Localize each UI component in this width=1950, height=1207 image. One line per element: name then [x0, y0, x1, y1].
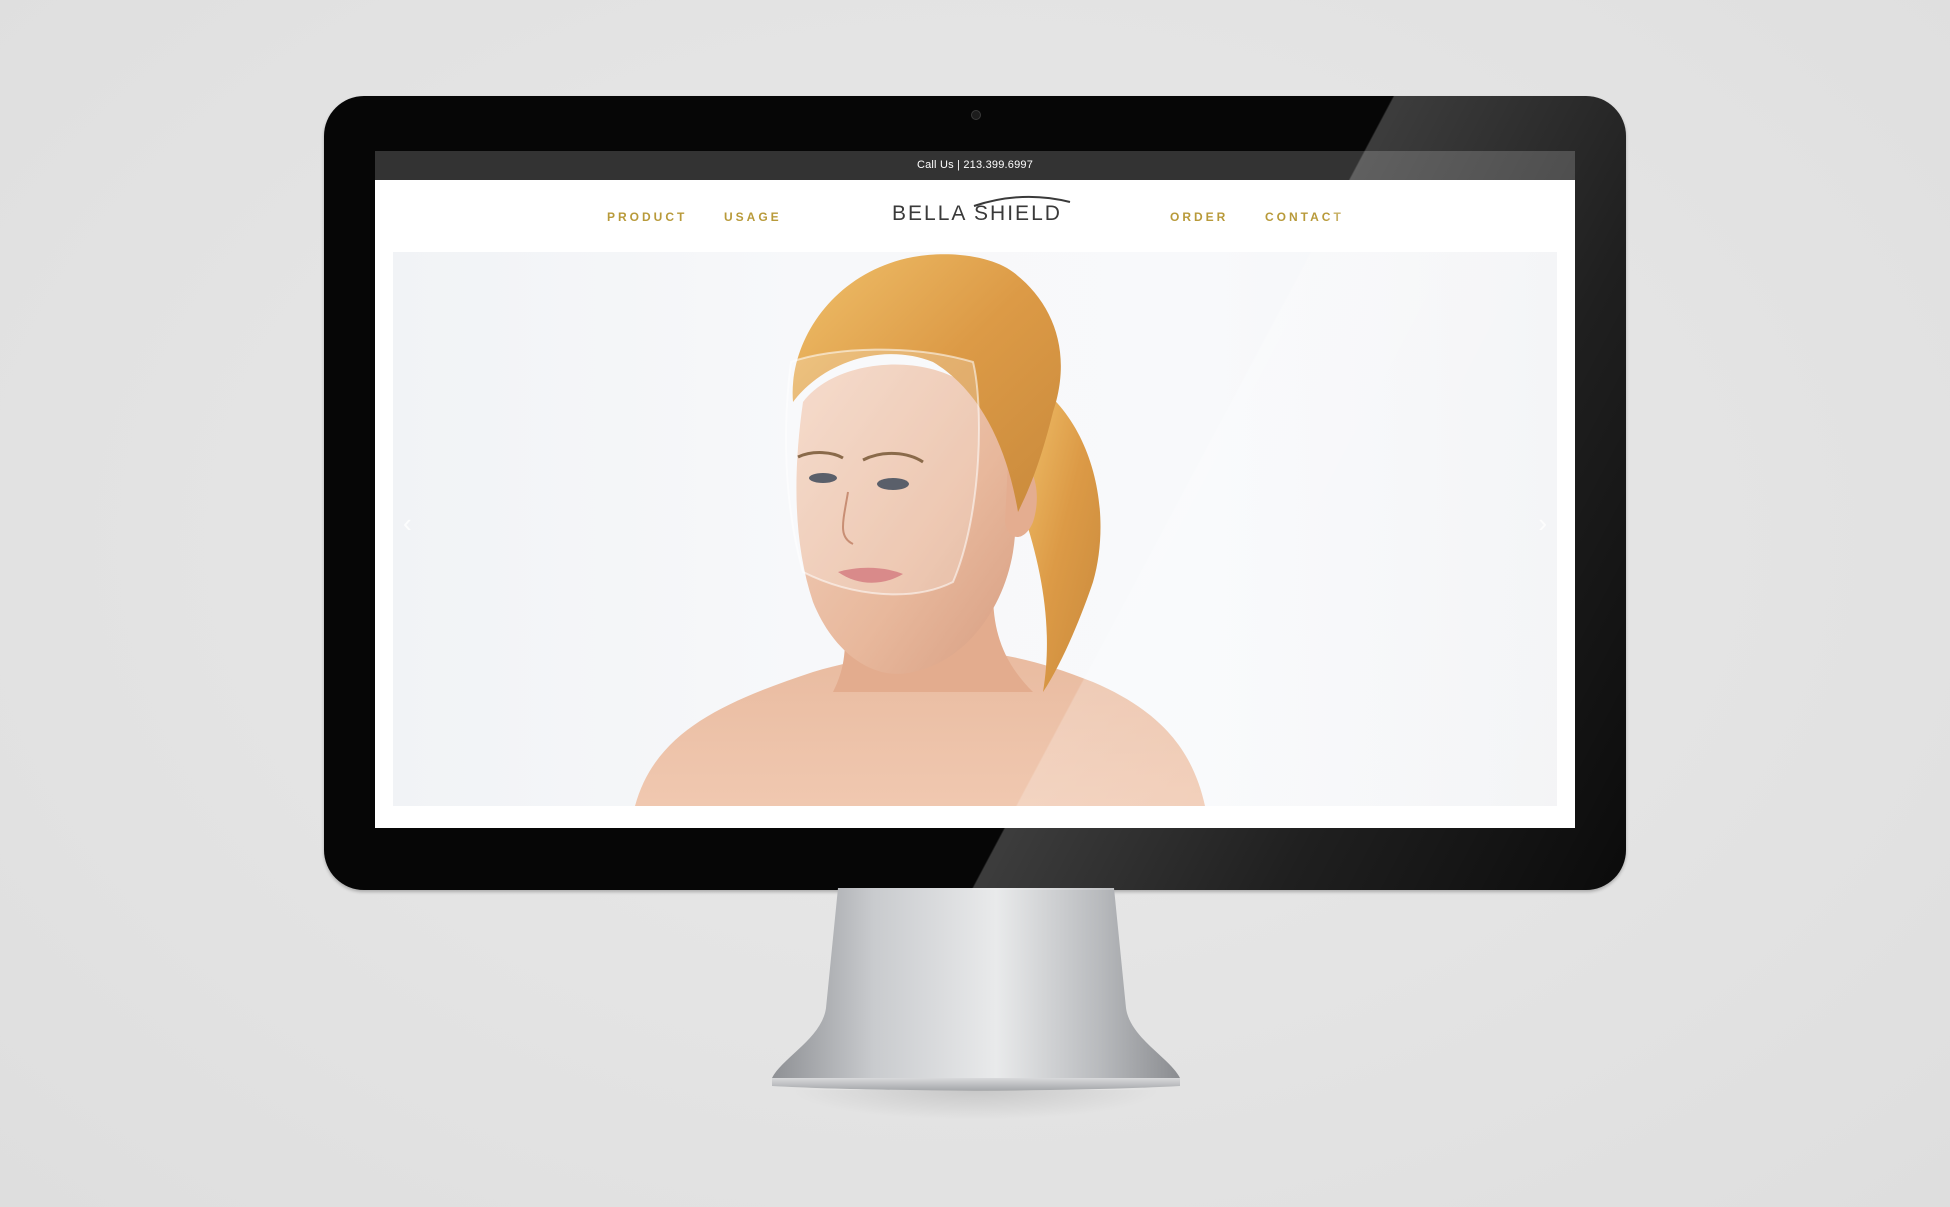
carousel-prev-arrow[interactable]: ‹ — [403, 508, 412, 539]
camera-icon — [971, 110, 981, 120]
hero-slider: ‹ › — [393, 252, 1557, 806]
hero-model-image — [635, 254, 1205, 806]
nav-product[interactable]: PRODUCT — [607, 210, 687, 224]
scene-background: Call Us | 213.399.6997 PRODUCT USAGE BEL… — [0, 0, 1950, 1207]
contact-topbar: Call Us | 213.399.6997 — [375, 151, 1575, 180]
stand-shadow — [790, 1090, 1162, 1120]
logo-text: BELLA SHIELD — [892, 202, 1062, 225]
nav-order[interactable]: ORDER — [1170, 210, 1228, 224]
call-us-text[interactable]: Call Us | 213.399.6997 — [917, 159, 1033, 171]
nav-usage[interactable]: USAGE — [724, 210, 782, 224]
monitor: Call Us | 213.399.6997 PRODUCT USAGE BEL… — [324, 96, 1626, 890]
carousel-next-arrow[interactable]: › — [1538, 508, 1547, 539]
main-navigation: PRODUCT USAGE BELLA SHIELD ORDER CONTACT — [375, 180, 1575, 252]
monitor-stand — [772, 888, 1180, 1091]
nav-contact[interactable]: CONTACT — [1265, 210, 1344, 224]
website-screen: Call Us | 213.399.6997 PRODUCT USAGE BEL… — [375, 151, 1575, 828]
bella-shield-logo[interactable]: BELLA SHIELD — [892, 192, 1071, 232]
